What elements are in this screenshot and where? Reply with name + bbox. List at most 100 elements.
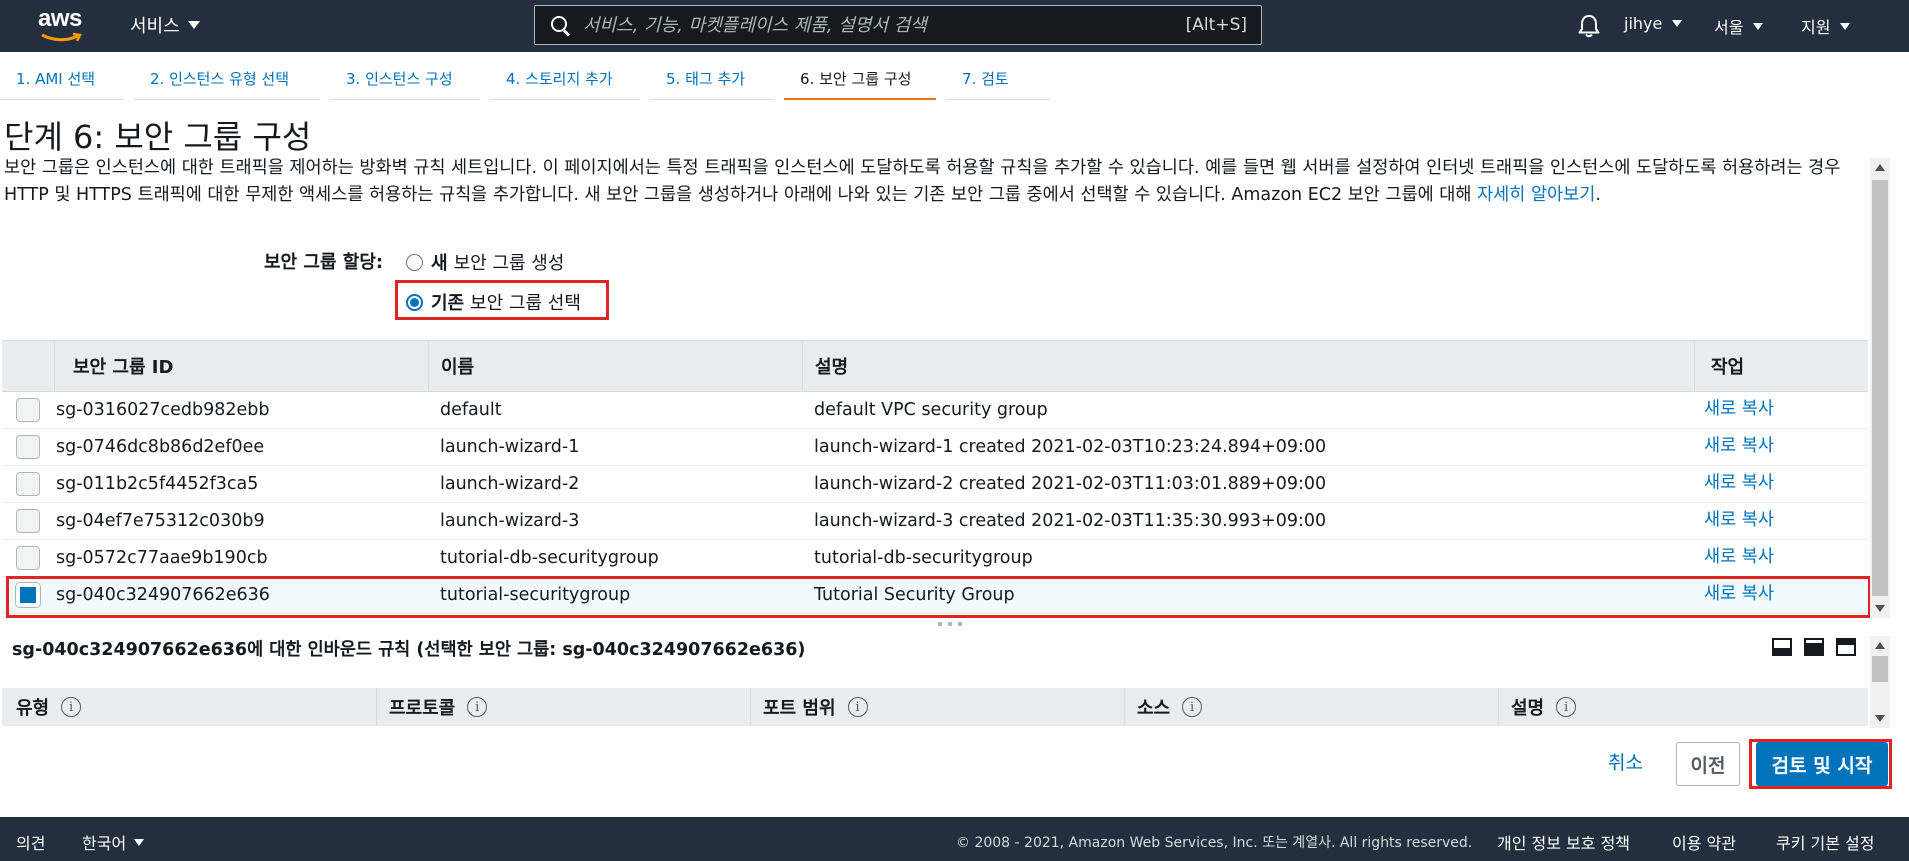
copy-to-new-link[interactable]: 새로 복사 — [1694, 395, 1868, 420]
terms-link[interactable]: 이용 약관 — [1672, 830, 1736, 854]
row-select[interactable] — [2, 509, 54, 533]
chevron-down-icon — [1753, 22, 1764, 30]
chevron-down-icon — [134, 838, 145, 846]
tab-ami[interactable]: 1. AMI 선택 — [0, 62, 124, 100]
tab-instance-type[interactable]: 2. 인스턴스 유형 선택 — [134, 62, 320, 100]
cell-name: launch-wizard-2 — [440, 474, 580, 494]
search-shortcut: [Alt+S] — [1185, 15, 1247, 35]
header-source: 소스 i — [1124, 688, 1498, 726]
table-row[interactable]: sg-0572c77aae9b190cb tutorial-db-securit… — [2, 540, 1868, 577]
feedback-link[interactable]: 의견 — [16, 830, 45, 854]
cell-group-id: sg-04ef7e75312c030b9 — [56, 511, 265, 531]
cookie-preferences-link[interactable]: 쿠키 기본 설정 — [1776, 830, 1875, 854]
table-row[interactable]: sg-011b2c5f4452f3ca5 launch-wizard-2 lau… — [2, 466, 1868, 503]
cancel-button[interactable]: 취소 — [1608, 748, 1643, 775]
radio-existing-bold: 기존 — [431, 293, 465, 314]
services-menu[interactable]: 서비스 — [130, 12, 200, 38]
aws-logo-text: aws — [38, 5, 82, 32]
panel-maximize-icon[interactable] — [1836, 638, 1856, 656]
page-title: 단계 6: 보안 그룹 구성 — [4, 118, 312, 156]
radio-existing-group[interactable]: 기존 보안 그룹 선택 — [406, 289, 581, 315]
aws-logo[interactable]: aws — [38, 5, 86, 44]
copy-to-new-link[interactable]: 새로 복사 — [1694, 469, 1868, 494]
row-select[interactable] — [2, 472, 54, 496]
tab-add-tags[interactable]: 5. 태그 추가 — [650, 62, 774, 100]
top-nav: aws 서비스 [Alt+S] jihye 서울 지원 — [0, 0, 1909, 52]
scroll-up-icon[interactable] — [1875, 642, 1885, 649]
tab-configure-instance[interactable]: 3. 인스턴스 구성 — [330, 62, 480, 100]
user-name: jihye — [1624, 14, 1663, 33]
description-period: . — [1595, 185, 1601, 205]
services-label: 서비스 — [130, 16, 180, 37]
wizard-steps: 1. AMI 선택 2. 인스턴스 유형 선택 3. 인스턴스 구성 4. 스토… — [0, 62, 1060, 100]
search-input[interactable] — [583, 14, 1186, 36]
learn-more-link[interactable]: 자세히 알아보기 — [1477, 185, 1595, 205]
info-icon[interactable]: i — [467, 697, 488, 717]
radio-new-label: 새 보안 그룹 생성 — [431, 249, 564, 275]
cell-group-id: sg-0572c77aae9b190cb — [56, 548, 268, 568]
search-icon — [549, 14, 571, 36]
info-icon[interactable]: i — [847, 697, 868, 717]
cell-group-id: sg-011b2c5f4452f3ca5 — [56, 474, 259, 494]
radio-new-text: 보안 그룹 생성 — [453, 253, 565, 274]
inbound-scrollbar[interactable] — [1870, 636, 1890, 728]
table-row[interactable]: sg-04ef7e75312c030b9 launch-wizard-3 lau… — [2, 503, 1868, 540]
language-selector[interactable]: 한국어 — [82, 830, 145, 854]
header-group-id: 보안 그룹 ID — [54, 341, 428, 391]
info-icon[interactable]: i — [1556, 697, 1577, 717]
copy-to-new-link[interactable]: 새로 복사 — [1694, 543, 1868, 568]
header-type: 유형 i — [2, 688, 376, 726]
tab-add-storage[interactable]: 4. 스토리지 추가 — [490, 62, 640, 100]
scroll-thumb[interactable] — [1872, 656, 1888, 682]
page-footer: 의견 한국어 © 2008 - 2021, Amazon Web Service… — [0, 817, 1909, 861]
panel-half-icon[interactable] — [1804, 638, 1824, 656]
scroll-down-icon[interactable] — [1875, 605, 1885, 612]
info-icon[interactable]: i — [61, 697, 82, 717]
row-select[interactable] — [2, 546, 54, 570]
row-checkbox[interactable] — [16, 472, 40, 496]
row-checkbox[interactable] — [16, 398, 40, 422]
row-select[interactable] — [2, 435, 54, 459]
page-description: 보안 그룹은 인스턴스에 대한 트래픽을 제어하는 방화벽 규칙 세트입니다. … — [4, 155, 1874, 209]
chevron-down-icon — [1672, 20, 1683, 27]
tab-security-group[interactable]: 6. 보안 그룹 구성 — [784, 62, 936, 100]
scroll-up-icon[interactable] — [1875, 164, 1885, 171]
header-rule-description-label: 설명 — [1511, 698, 1545, 719]
row-checkbox[interactable] — [16, 509, 40, 533]
copy-to-new-link[interactable]: 새로 복사 — [1694, 432, 1868, 457]
header-select — [2, 341, 54, 391]
tab-review[interactable]: 7. 검토 — [946, 62, 1050, 100]
info-icon[interactable]: i — [1182, 697, 1203, 717]
header-name: 이름 — [428, 341, 802, 391]
radio-new-group[interactable]: 새 보안 그룹 생성 — [406, 249, 564, 275]
chevron-down-icon — [187, 21, 200, 29]
row-checkbox[interactable] — [16, 546, 40, 570]
previous-button[interactable]: 이전 — [1676, 742, 1740, 786]
header-port-range: 포트 범위 i — [750, 688, 1124, 726]
radio-existing-text: 보안 그룹 선택 — [470, 293, 581, 314]
panel-resize-handle[interactable] — [930, 622, 970, 628]
support-menu[interactable]: 지원 — [1801, 14, 1851, 38]
user-menu[interactable]: jihye — [1624, 14, 1683, 33]
header-port-range-label: 포트 범위 — [763, 698, 836, 719]
radio-new-button[interactable] — [406, 253, 423, 271]
row-select[interactable] — [2, 398, 54, 422]
scroll-down-icon[interactable] — [1875, 715, 1885, 722]
region-menu[interactable]: 서울 — [1714, 14, 1764, 38]
cell-group-id: sg-0316027cedb982ebb — [56, 400, 270, 420]
search-bar[interactable]: [Alt+S] — [534, 5, 1262, 45]
table-row[interactable]: sg-0746dc8b86d2ef0ee launch-wizard-1 lau… — [2, 429, 1868, 466]
review-and-launch-button[interactable]: 검토 및 시작 — [1756, 742, 1888, 786]
header-description: 설명 — [802, 341, 1694, 391]
copy-to-new-link[interactable]: 새로 복사 — [1694, 506, 1868, 531]
chevron-down-icon — [1840, 22, 1851, 30]
table-row[interactable]: sg-0316027cedb982ebb default default VPC… — [2, 392, 1868, 429]
radio-existing-button[interactable] — [406, 293, 423, 311]
panel-minimize-icon[interactable] — [1772, 638, 1792, 656]
bell-icon[interactable] — [1576, 13, 1602, 39]
privacy-policy-link[interactable]: 개인 정보 보호 정책 — [1497, 830, 1630, 854]
scroll-thumb[interactable] — [1872, 180, 1888, 596]
panel-size-controls — [1772, 638, 1856, 656]
table-scrollbar[interactable] — [1870, 158, 1890, 618]
row-checkbox[interactable] — [16, 435, 40, 459]
